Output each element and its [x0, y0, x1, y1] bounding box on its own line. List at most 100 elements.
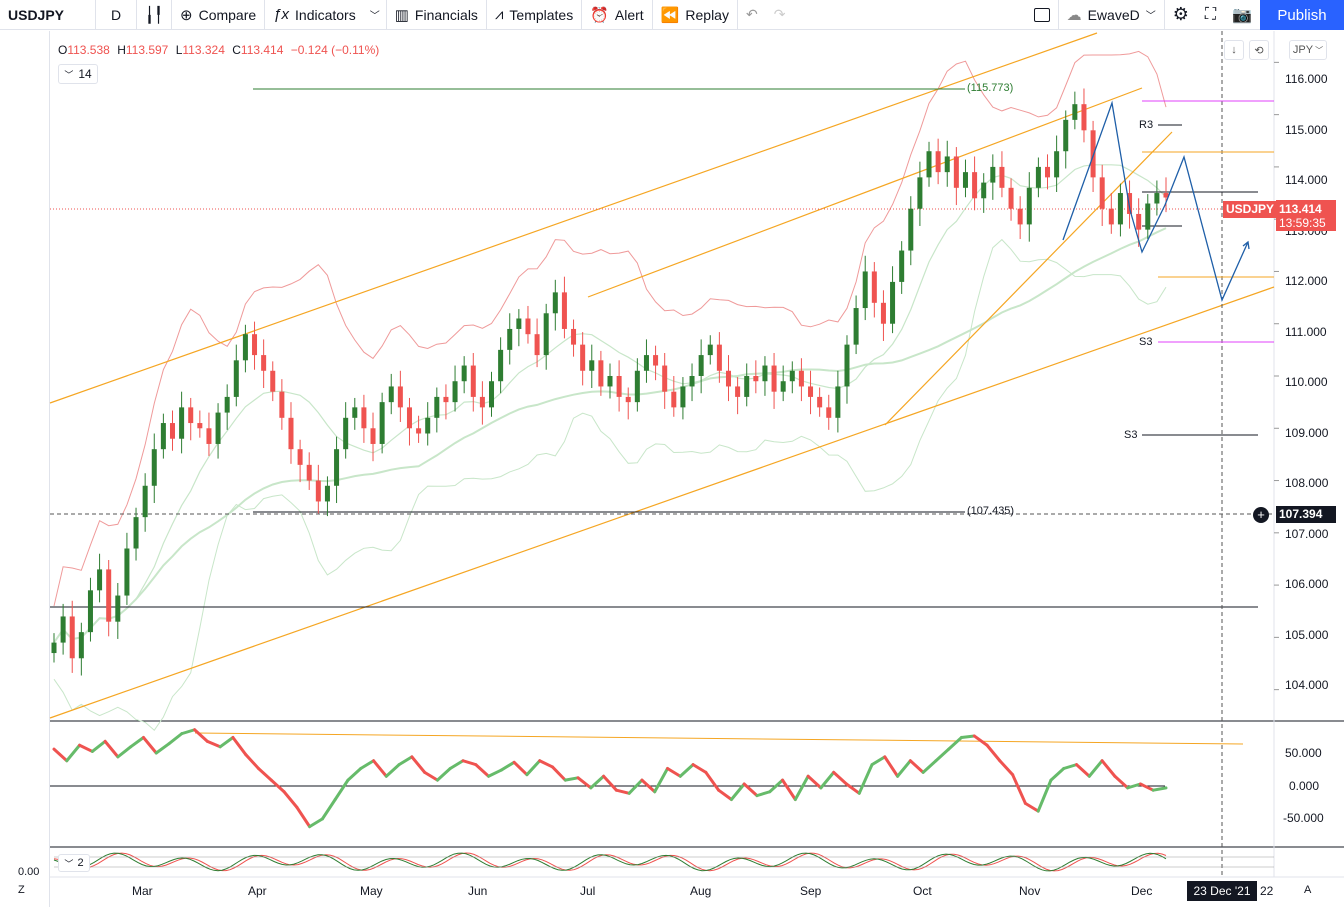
oscillator-segment — [90, 739, 107, 753]
candle-body — [406, 407, 412, 429]
oscillator-segment — [1075, 763, 1091, 778]
s3-label-lower: S3 — [1124, 429, 1138, 441]
candle-body — [899, 250, 905, 282]
chart-canvas[interactable] — [0, 0, 1344, 907]
slow-moving-average-line — [53, 227, 1167, 644]
price-tick: 105.000 — [1285, 628, 1329, 642]
candle-body — [1054, 151, 1060, 178]
last-price-tag: 113.414 13:59:35 — [1276, 200, 1336, 231]
oscillator-segment — [231, 736, 248, 757]
candle-body — [142, 485, 148, 518]
candle-body — [1117, 193, 1123, 225]
candle-body — [179, 407, 185, 439]
oscillator-segment — [474, 763, 491, 778]
oscillator-segment — [78, 743, 94, 753]
candle-body — [707, 344, 713, 356]
candle-body — [589, 360, 595, 371]
chevron-down-icon: ﹀ — [64, 69, 74, 80]
high-level-label[interactable]: (115.773) — [967, 82, 1013, 94]
time-tick: Jul — [580, 884, 596, 898]
candle-body — [388, 386, 394, 403]
oscillator-segment — [448, 759, 465, 770]
candle-body — [735, 386, 741, 397]
candle-body — [516, 318, 522, 329]
candle-body — [197, 423, 203, 429]
candle-body — [60, 616, 66, 643]
candle-body — [844, 344, 850, 387]
lower-indicator-legend-toggle[interactable]: ﹀ 2 — [58, 854, 90, 872]
oscillator-segment — [691, 763, 708, 774]
stochastic-series — [53, 852, 1274, 872]
candle-body — [370, 428, 376, 444]
candle-body — [1035, 166, 1041, 188]
price-tick: 110.000 — [1285, 375, 1328, 389]
oscillator-segment — [180, 728, 197, 736]
oscillator-segment — [972, 734, 989, 747]
candle-body — [479, 396, 485, 408]
candle-body — [552, 292, 558, 314]
indicator-legend-toggle[interactable]: ﹀ 14 — [58, 64, 98, 84]
change-value: −0.124 (−0.11%) — [290, 43, 380, 57]
oscillator-segment — [998, 759, 1015, 777]
oscillator-segment — [1138, 782, 1155, 792]
stochastic-k-line — [53, 852, 1167, 872]
candle-body — [461, 365, 467, 382]
refresh-icon: ⟲ — [1254, 44, 1264, 57]
add-alert-plus-icon[interactable]: + — [1253, 507, 1269, 523]
time-tick: Apr — [248, 884, 267, 898]
candle-body — [981, 182, 987, 199]
candle-body — [835, 386, 841, 418]
candle-body — [279, 391, 285, 418]
oscillator-segment — [1049, 767, 1066, 782]
candle-body — [1017, 208, 1023, 225]
candle-body — [753, 376, 759, 382]
oscillator-segment — [832, 770, 848, 786]
oscillator-segment — [717, 788, 733, 801]
candle-body — [324, 485, 330, 502]
bollinger-upper-line — [53, 50, 1167, 607]
time-tick: Dec — [1131, 884, 1153, 898]
oscillator-segment — [320, 798, 337, 821]
candle-body — [643, 355, 649, 371]
candlestick-series[interactable] — [51, 88, 1169, 676]
open-key: O — [58, 43, 68, 57]
open-value: 113.538 — [67, 43, 110, 57]
currency-label: JPY — [1292, 44, 1314, 56]
oscillator-segment — [346, 767, 363, 782]
scroll-down-button[interactable]: ↓ — [1224, 40, 1244, 60]
candle-body — [434, 396, 440, 418]
zoom-reset-button[interactable]: Z — [18, 884, 25, 896]
oscillator-series[interactable] — [52, 728, 1168, 829]
crosshair-price-value: 107.394 — [1279, 507, 1323, 521]
auto-scale-toggle[interactable]: A — [1304, 884, 1311, 896]
chevron-down-icon: ﹀ — [1315, 45, 1324, 55]
candle-body — [662, 365, 668, 392]
time-tick: May — [360, 884, 383, 898]
candle-body — [962, 172, 968, 188]
oscillator-segment — [921, 759, 938, 774]
candle-body — [270, 370, 276, 392]
crosshair-price-tag[interactable]: 107.394 — [1276, 506, 1336, 523]
currency-button[interactable]: JPY ﹀ — [1289, 40, 1327, 60]
candle-body — [534, 334, 540, 356]
candle-body — [297, 449, 303, 465]
candle-body — [771, 365, 777, 392]
auto-scale-button[interactable]: ⟲ — [1249, 40, 1269, 60]
low-level-label[interactable]: (107.435) — [967, 505, 1014, 517]
oscillator-segment — [844, 782, 861, 795]
candle-body — [625, 396, 631, 403]
channel-lower-line[interactable] — [49, 286, 1275, 719]
candle-body — [725, 370, 731, 387]
close-key: C — [232, 43, 241, 57]
oscillator-segment — [653, 767, 670, 794]
oscillator-segment — [512, 760, 529, 777]
candle-body — [671, 391, 677, 408]
candle-body — [744, 376, 750, 397]
oscillator-segment — [896, 759, 912, 778]
price-tick: 108.000 — [1285, 476, 1329, 490]
oscillator-segment — [959, 734, 976, 739]
candle-body — [762, 365, 768, 382]
oscillator-trend-line[interactable] — [194, 732, 1244, 745]
oscillator-segment — [563, 776, 580, 782]
oscillator-segment — [985, 743, 1002, 763]
